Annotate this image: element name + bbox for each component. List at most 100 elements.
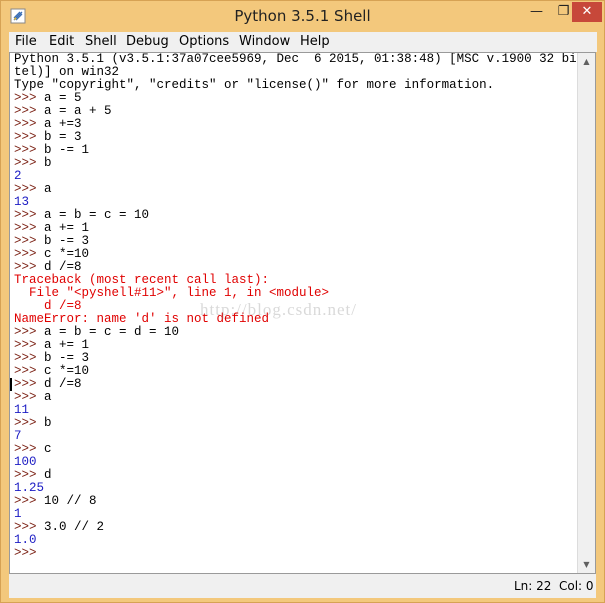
shell-line: File "<pyshell#11>", line 1, in <module> [14,287,579,300]
close-button[interactable]: ✕ [572,2,602,22]
watermark-text: http://blog.csdn.net/ [200,300,357,319]
shell-prompt: >>> [14,234,45,248]
shell-line: Type "copyright", "credits" or "license(… [14,79,579,92]
shell-prompt: >>> [14,377,45,391]
shell-prompt: >>> [14,182,45,196]
shell-input-text: a = b = c = d = 10 [44,325,180,339]
vertical-scrollbar[interactable]: ▲ ▼ [577,53,595,573]
shell-input-text: c *=10 [44,247,90,261]
shell-line: >>> b = 3 [14,131,579,144]
menu-options[interactable]: Options [179,34,229,49]
shell-prompt: >>> [14,130,45,144]
shell-prompt: >>> [14,247,45,261]
shell-text-area[interactable]: Python 3.5.1 (v3.5.1:37a07cee5969, Dec 6… [9,52,596,574]
shell-header-text: Type "copyright", "credits" or "license(… [14,78,495,92]
menu-help[interactable]: Help [300,34,330,49]
scroll-up-arrow-icon[interactable]: ▲ [578,53,595,70]
menu-shell[interactable]: Shell [85,34,117,49]
status-bar: Ln: 22 Col: 0 [9,574,596,598]
shell-prompt: >>> [14,494,45,508]
shell-line: >>> 10 // 8 [14,495,579,508]
shell-input-text: b = 3 [44,130,82,144]
shell-prompt: >>> [14,416,45,430]
shell-input-text: a +=3 [44,117,82,131]
shell-prompt: >>> [14,156,45,170]
shell-prompt: >>> [14,520,45,534]
shell-line: 11 [14,404,579,417]
shell-prompt: >>> [14,390,45,404]
menu-window[interactable]: Window [239,34,290,49]
shell-error-text: d /=8 [14,299,82,313]
shell-input-text: 3.0 // 2 [44,520,105,534]
shell-line: >>> c [14,443,579,456]
shell-line: >>> d [14,469,579,482]
shell-line: >>> c *=10 [14,248,579,261]
shell-line: >>> 3.0 // 2 [14,521,579,534]
text-cursor [10,378,12,391]
shell-prompt: >>> [14,260,45,274]
scroll-down-arrow-icon[interactable]: ▼ [578,556,595,573]
shell-prompt: >>> [14,117,45,131]
menu-file[interactable]: File [15,34,37,49]
shell-line: >>> a +=3 [14,118,579,131]
shell-line: >>> a += 1 [14,339,579,352]
shell-prompt: >>> [14,104,45,118]
shell-prompt: >>> [14,468,45,482]
shell-line: >>> b -= 3 [14,352,579,365]
shell-prompt: >>> [14,91,45,105]
shell-line: >>> a = b = c = d = 10 [14,326,579,339]
shell-line: 100 [14,456,579,469]
shell-input-text: a += 1 [44,221,90,235]
shell-input-text: 10 // 8 [44,494,97,508]
shell-output-text: 1.25 [14,481,45,495]
shell-output-text: 1 [14,507,22,521]
shell-line: >>> a = a + 5 [14,105,579,118]
shell-line: >>> b -= 3 [14,235,579,248]
shell-prompt: >>> [14,221,45,235]
shell-line: >>> a [14,391,579,404]
shell-line: >>> b [14,157,579,170]
shell-input-text: b [44,416,52,430]
shell-header-text: tel)] on win32 [14,65,120,79]
status-column-number: Col: 0 [559,579,594,593]
idle-shell-window: Python 3.5.1 Shell — ❐ ✕ File Edit Shell… [0,0,605,603]
shell-input-text: b [44,156,52,170]
shell-error-text: Traceback (most recent call last): [14,273,270,287]
shell-prompt: >>> [14,338,45,352]
shell-output-text: 7 [14,429,22,443]
shell-input-text: a [44,390,52,404]
shell-line: >>> b -= 1 [14,144,579,157]
menu-debug[interactable]: Debug [126,34,169,49]
window-title: Python 3.5.1 Shell [234,7,371,25]
shell-line: 1.0 [14,534,579,547]
shell-prompt: >>> [14,351,45,365]
shell-input-text: b -= 3 [44,351,90,365]
shell-input-text: a = a + 5 [44,104,112,118]
shell-line: >>> a += 1 [14,222,579,235]
status-line-number: Ln: 22 [514,579,552,593]
shell-line: >>> [14,547,579,560]
shell-input-text: b -= 1 [44,143,90,157]
shell-prompt: >>> [14,143,45,157]
shell-prompt: >>> [14,442,45,456]
shell-input-text: d /=8 [44,260,82,274]
menu-edit[interactable]: Edit [49,34,74,49]
shell-prompt: >>> [14,208,45,222]
shell-line: 7 [14,430,579,443]
shell-line: 1.25 [14,482,579,495]
menu-bar: File Edit Shell Debug Options Window Hel… [9,32,597,52]
shell-line: >>> b [14,417,579,430]
shell-input-text: b -= 3 [44,234,90,248]
shell-input-text: d /=8 [44,377,82,391]
shell-output-text: 13 [14,195,30,209]
title-bar[interactable]: Python 3.5.1 Shell — ❐ ✕ [1,1,604,32]
shell-input-text: a [44,182,52,196]
shell-input-text: a = 5 [44,91,82,105]
shell-line: >>> a [14,183,579,196]
shell-input-text: c [44,442,52,456]
shell-error-text: File "<pyshell#11>", line 1, in <module> [14,286,330,300]
minimize-button[interactable]: — [523,2,550,22]
shell-line: >>> d /=8 [14,378,579,391]
shell-input-text: a += 1 [44,338,90,352]
shell-prompt: >>> [14,546,45,560]
